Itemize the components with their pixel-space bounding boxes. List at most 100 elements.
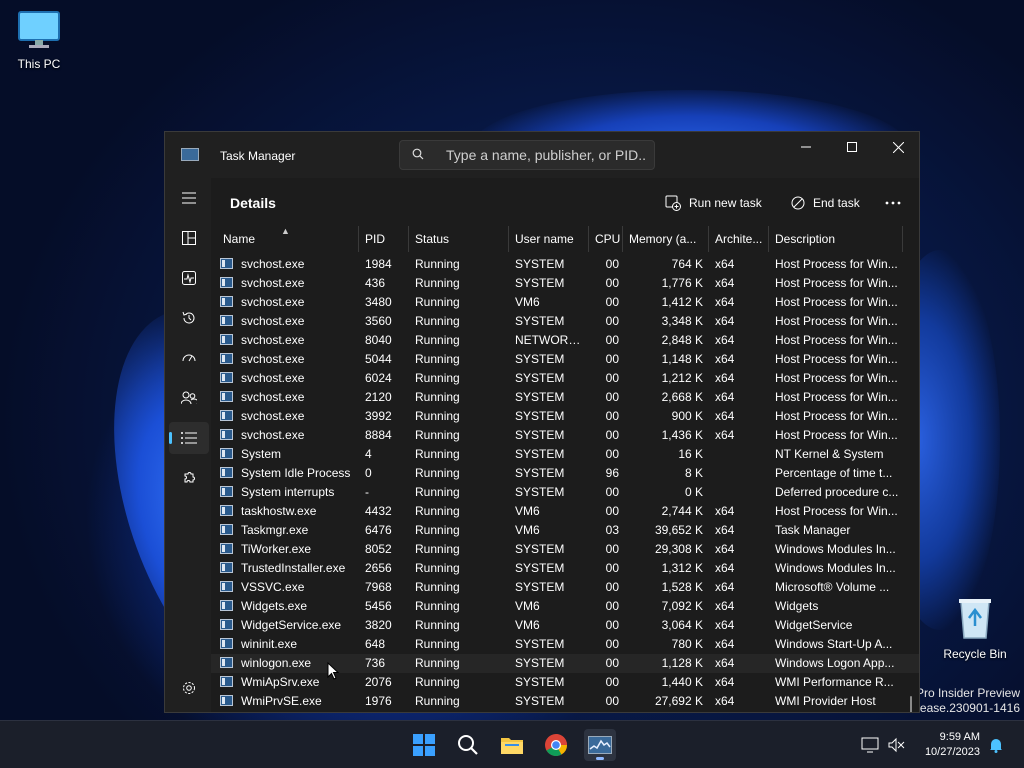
desktop-icon-this-pc[interactable]: This PC — [4, 10, 74, 71]
title-bar[interactable]: Task Manager — [165, 132, 919, 178]
end-task-button[interactable]: End task — [791, 190, 860, 216]
vertical-scrollbar[interactable] — [910, 696, 912, 712]
file-explorer-button[interactable] — [496, 729, 528, 761]
column-header-memory[interactable]: Memory (a... — [623, 226, 709, 252]
cell-description: Host Process for Win... — [775, 352, 898, 366]
sidebar-item-startup-apps[interactable] — [169, 342, 209, 374]
chrome-button[interactable] — [540, 729, 572, 761]
more-options-button[interactable] — [881, 190, 913, 216]
clock-time: 9:59 AM — [939, 731, 980, 743]
window-title: Task Manager — [220, 149, 296, 163]
cell-pid: 7968 — [365, 580, 392, 594]
end-task-icon — [791, 196, 805, 210]
clock-date: 10/27/2023 — [924, 746, 980, 758]
taskbar-search-button[interactable] — [452, 729, 484, 761]
cell-architecture — [715, 464, 765, 483]
settings-icon — [183, 682, 195, 694]
sidebar-item-users[interactable] — [169, 382, 209, 414]
sidebar-item-details[interactable] — [169, 422, 209, 454]
table-row[interactable]: svchost.exe 8040 Running NETWORK... 00 2,848 … — [211, 331, 919, 350]
cell-architecture: x64 — [715, 371, 735, 385]
cell-description: NT Kernel & System — [775, 447, 884, 461]
column-header-name[interactable]: Name — [211, 226, 359, 252]
desktop-icon-recycle-bin[interactable]: Recycle Bin — [940, 596, 1010, 661]
table-row[interactable]: winlogon.exe 736 Running SYSTEM 00 1,128 Kx64… — [211, 654, 919, 673]
cell-pid: 3480 — [365, 295, 392, 309]
table-row[interactable]: System Idle Process 0 Running SYSTEM 96 8 K Pe… — [211, 464, 919, 483]
process-icon — [220, 429, 233, 440]
table-row[interactable]: TiWorker.exe 8052 Running SYSTEM 00 29,308 K x… — [211, 540, 919, 559]
table-row[interactable]: svchost.exe 2120 Running SYSTEM 00 2,668 K x64… — [211, 388, 919, 407]
process-icon — [220, 486, 233, 497]
end-task-label: End task — [813, 196, 860, 210]
column-header-description[interactable]: Description — [769, 226, 903, 252]
cell-pid: 5456 — [365, 599, 392, 613]
sidebar-item-processes[interactable] — [169, 222, 209, 254]
cell-name: svchost.exe — [241, 276, 305, 290]
table-row[interactable]: TrustedInstaller.exe 2656 Running SYSTEM 00 1… — [211, 559, 919, 578]
table-row[interactable]: svchost.exe 6024 Running SYSTEM 00 1,212 K x64… — [211, 369, 919, 388]
cell-architecture: x64 — [715, 276, 735, 290]
table-row[interactable]: WidgetService.exe 3820 Running VM6 00 3,064 K… — [211, 616, 919, 635]
process-icon — [220, 562, 233, 573]
table-row[interactable]: System 4 Running SYSTEM 00 16 K NT Kernel & Sy… — [211, 445, 919, 464]
cell-name: System Idle Process — [241, 466, 351, 480]
table-row[interactable]: svchost.exe 1984 Running SYSTEM 00 764 K x64 Ho… — [211, 255, 919, 274]
task-manager-taskbar-button[interactable] — [584, 729, 616, 761]
column-header-cpu[interactable]: CPU — [589, 226, 623, 252]
sidebar-item-settings[interactable] — [169, 672, 209, 704]
cell-name: WidgetService.exe — [241, 618, 342, 632]
sidebar-item-services[interactable] — [169, 462, 209, 494]
start-button[interactable] — [408, 729, 440, 761]
process-icon — [220, 448, 233, 459]
table-row[interactable]: svchost.exe 3560 Running SYSTEM 00 3,348 K x64… — [211, 312, 919, 331]
file-explorer-icon — [501, 738, 523, 754]
cell-status: Running — [415, 257, 460, 271]
cell-cpu: 00 — [605, 447, 619, 461]
table-row[interactable]: svchost.exe 8884 Running SYSTEM 00 1,436 K x64… — [211, 426, 919, 445]
column-header-architecture[interactable]: Archite... — [709, 226, 769, 252]
run-new-task-button[interactable]: Run new task — [665, 190, 762, 216]
table-row[interactable]: Taskmgr.exe 6476 Running VM6 03 39,652 K x64 Ta… — [211, 521, 919, 540]
table-header: ▲ Name PID Status User name CPU Memory (a... A… — [211, 226, 919, 256]
cell-memory: 8 K — [684, 466, 703, 480]
monitor-icon — [18, 11, 60, 48]
table-row[interactable]: WmiApSrv.exe 2076 Running SYSTEM 00 1,440 Kx6… — [211, 673, 919, 692]
table-row[interactable]: WmiPrvSE.exe 1976 Running SYSTEM 00 27,692 K x… — [211, 692, 919, 711]
cell-user-name: SYSTEM — [515, 656, 565, 670]
cell-architecture: x64 — [715, 675, 735, 689]
cell-pid: 2076 — [365, 675, 392, 689]
search-input[interactable] — [446, 145, 646, 165]
cell-description: Windows Modules In... — [775, 542, 896, 556]
table-row[interactable]: svchost.exe 3480 Running VM6 00 1,412 K x64 Hos… — [211, 293, 919, 312]
cell-status: Running — [415, 523, 460, 537]
sidebar-item-performance[interactable] — [169, 262, 209, 294]
column-header-user-name[interactable]: User name — [509, 226, 589, 252]
close-button[interactable] — [875, 132, 919, 162]
process-icon — [220, 467, 233, 478]
tray-clock[interactable]: 9:59 AM 10/27/2023 — [925, 730, 980, 760]
sidebar-toggle[interactable] — [169, 182, 209, 214]
table-row[interactable]: VSSVC.exe 7968 Running SYSTEM 00 1,528 K x64 Mi… — [211, 578, 919, 597]
sidebar-item-app-history[interactable] — [169, 302, 209, 334]
table-row[interactable]: Widgets.exe 5456 Running VM6 00 7,092 K x64 Wid… — [211, 597, 919, 616]
maximize-button[interactable] — [829, 132, 875, 162]
table-row[interactable]: svchost.exe 436 Running SYSTEM 00 1,776 K x64 H… — [211, 274, 919, 293]
minimize-button[interactable] — [783, 132, 829, 162]
table-row[interactable]: svchost.exe 5044 Running SYSTEM 00 1,148 K x64… — [211, 350, 919, 369]
search-box[interactable] — [399, 140, 655, 170]
cell-memory: 1,436 K — [661, 428, 703, 442]
column-header-status[interactable]: Status — [409, 226, 509, 252]
cell-architecture — [715, 445, 765, 464]
column-header-pid[interactable]: PID — [359, 226, 409, 252]
notifications-button[interactable] — [984, 729, 1008, 761]
table-row[interactable]: System interrupts - Running SYSTEM 00 0 K Defe… — [211, 483, 919, 502]
table-row[interactable]: svchost.exe 3992 Running SYSTEM 00 900 K x64 Ho… — [211, 407, 919, 426]
tray-network-volume-button[interactable] — [884, 729, 908, 761]
tray-display-button[interactable] — [858, 729, 882, 761]
table-row[interactable]: taskhostw.exe 4432 Running VM6 00 2,744 K x64 H… — [211, 502, 919, 521]
cell-description: Host Process for Win... — [775, 333, 898, 347]
cell-description: WidgetService — [775, 618, 853, 632]
cell-cpu: 96 — [605, 466, 619, 480]
table-row[interactable]: wininit.exe 648 Running SYSTEM 00 780 K x64 Win… — [211, 635, 919, 654]
